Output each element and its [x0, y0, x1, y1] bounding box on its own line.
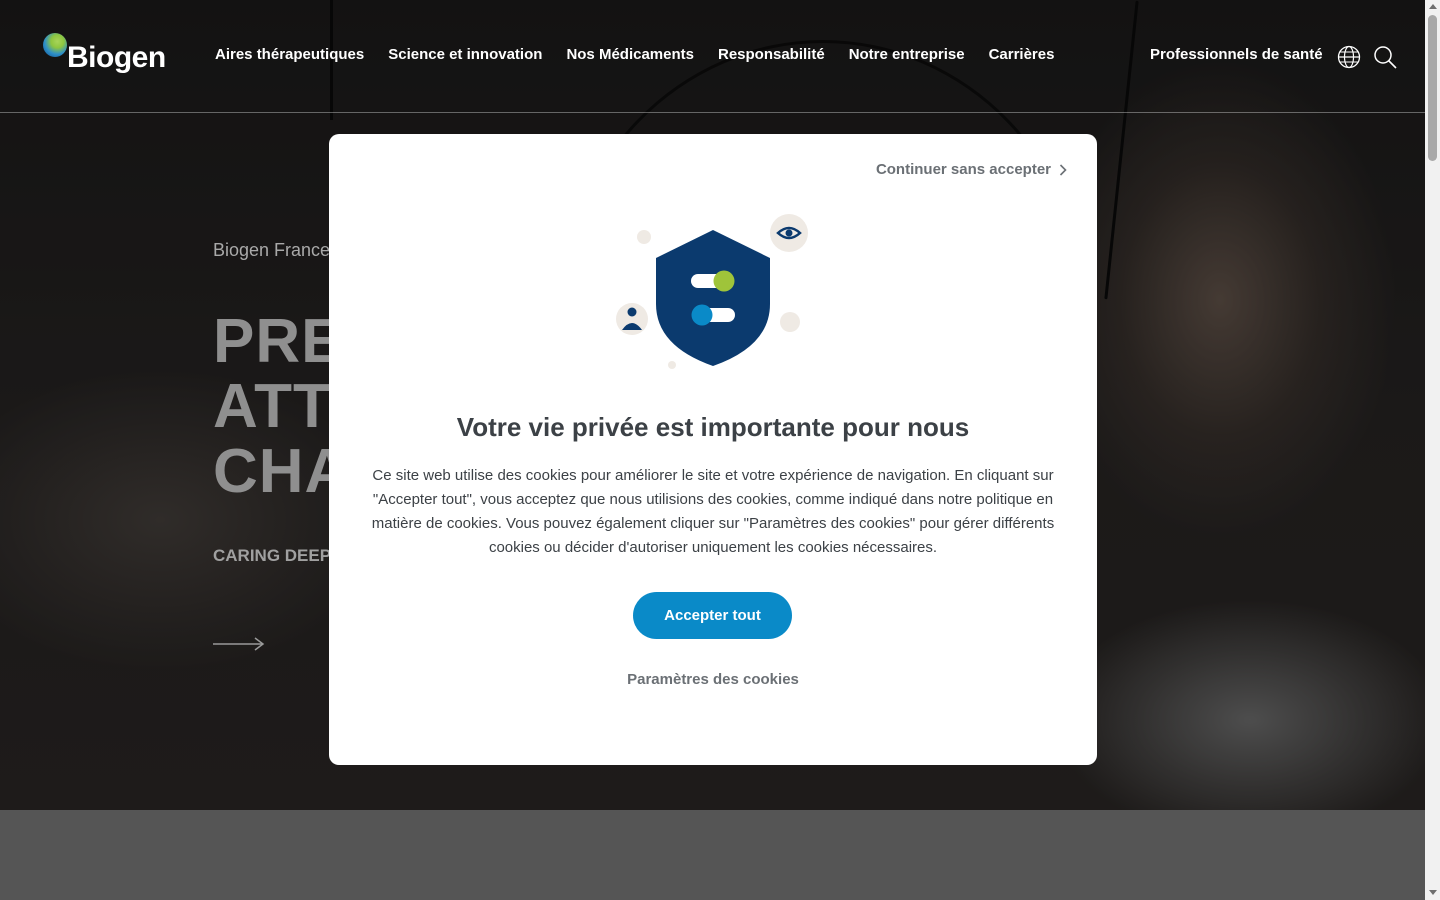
nav-item-aires-therapeutiques[interactable]: Aires thérapeutiques	[215, 46, 364, 63]
cookie-consent-modal: Continuer sans accepter Votre vie privée…	[329, 134, 1097, 765]
cookie-settings-link[interactable]: Paramètres des cookies	[329, 671, 1097, 688]
search-icon[interactable]	[1373, 45, 1397, 69]
logo-mark-icon	[43, 33, 67, 57]
accept-all-button[interactable]: Accepter tout	[633, 592, 792, 639]
continue-without-accepting-link[interactable]: Continuer sans accepter	[876, 161, 1067, 178]
nav-item-notre-entreprise[interactable]: Notre entreprise	[849, 46, 965, 63]
globe-icon[interactable]	[1337, 45, 1361, 69]
arrow-right-icon[interactable]	[213, 634, 265, 654]
logo-text: Biogen	[67, 41, 166, 74]
site-header: Biogen Aires thérapeutiques Science et i…	[0, 0, 1425, 113]
content-band	[0, 810, 1425, 900]
chevron-right-icon	[1059, 163, 1067, 176]
modal-body-text: Ce site web utilise des cookies pour amé…	[371, 467, 1055, 556]
scroll-thumb[interactable]	[1428, 15, 1437, 161]
modal-title: Votre vie privée est importante pour nou…	[456, 412, 970, 442]
nav-item-carrieres[interactable]: Carrières	[989, 46, 1055, 63]
scroll-up-icon[interactable]	[1429, 4, 1437, 9]
nav-item-responsabilite[interactable]: Responsabilité	[718, 46, 825, 63]
scroll-down-icon[interactable]	[1429, 890, 1437, 895]
nav-item-science-innovation[interactable]: Science et innovation	[388, 46, 542, 63]
continue-link-label: Continuer sans accepter	[875, 161, 1051, 178]
page-scrollbar[interactable]	[1425, 0, 1440, 900]
hcp-link[interactable]: Professionnels de santé	[1150, 46, 1323, 63]
nav-item-nos-medicaments[interactable]: Nos Médicaments	[566, 46, 694, 63]
biogen-logo[interactable]: Biogen	[43, 33, 166, 75]
privacy-shield-illustration	[616, 214, 808, 369]
main-nav: Aires thérapeutiques Science et innovati…	[215, 46, 1054, 63]
